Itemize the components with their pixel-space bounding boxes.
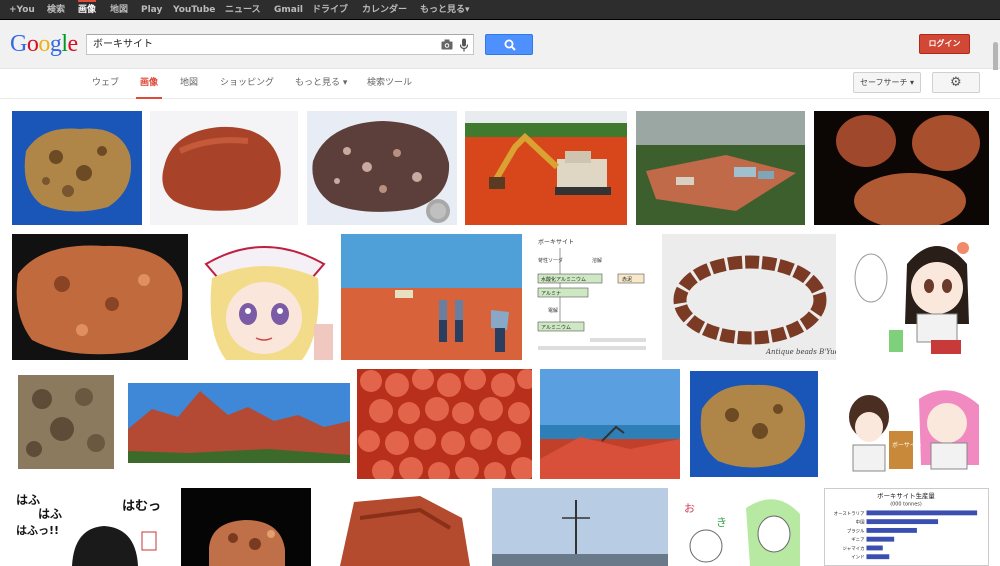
search-query-text[interactable]: ボーキサイト <box>93 35 153 54</box>
topbar-link-gmail[interactable]: Gmail <box>274 0 303 20</box>
image-result-rock-black[interactable] <box>181 488 311 566</box>
search-input[interactable]: ボーキサイト <box>86 34 474 55</box>
image-result-chibi-girl[interactable] <box>845 234 989 360</box>
topbar-link-calendar[interactable]: カレンダー <box>362 0 407 20</box>
chart-subtitle: (000 tonnes) <box>890 502 922 508</box>
image-result-anime-bauxite-characters[interactable]: ボーサイト <box>829 369 989 479</box>
search-header: Google ボーキサイト ログイン <box>0 20 1000 86</box>
image-result-red-pile-port[interactable] <box>540 369 680 479</box>
tab-web[interactable]: ウェブ <box>92 70 119 98</box>
chart-category-label: ブラジル <box>847 527 865 534</box>
topbar-link-play[interactable]: Play <box>141 0 162 20</box>
chart-category-label: ジャマイカ <box>843 546 865 552</box>
diagram-title: ボーキサイト <box>538 238 574 246</box>
chart-bar <box>866 554 890 560</box>
chart-bar <box>866 519 939 525</box>
chart-bar <box>866 527 917 533</box>
image-result-rock-blue-2[interactable] <box>688 369 820 479</box>
search-icon <box>504 39 516 51</box>
diagram-label: 赤泥 <box>622 276 632 283</box>
chart-bar <box>866 510 978 516</box>
chart-bar <box>866 545 883 551</box>
diagram-label: 水酸化アルミニウム <box>541 276 586 283</box>
image-results-grid: ボーキサイト 苛性ソーダ 溶解 水酸化アルミニウム 赤泥 アルミナ 電解 アルミ… <box>0 100 1000 566</box>
google-logo[interactable]: Google <box>10 30 78 58</box>
tab-maps[interactable]: 地図 <box>180 70 198 98</box>
chart-category-label: インド <box>851 556 864 561</box>
topbar-link-images[interactable]: 画像 <box>78 0 97 20</box>
manga-text: はふ <box>38 507 62 521</box>
topbar-link-drive[interactable]: ドライブ <box>312 0 348 20</box>
chart-bar <box>866 536 895 542</box>
beads-caption: Antique beads B'Yue <box>765 348 836 356</box>
topbar-link-plus-you[interactable]: +You <box>9 0 35 20</box>
image-result-anime-character-blonde[interactable] <box>196 234 333 360</box>
image-result-people-red-field[interactable] <box>341 234 522 360</box>
top-navigation-bar: +You 検索 画像 地図 Play YouTube ニュース Gmail ドラ… <box>0 0 1000 20</box>
image-result-anime-sketch[interactable]: おき <box>676 488 815 566</box>
logo-letter: g <box>49 31 62 57</box>
image-result-antique-beads[interactable]: Antique beads B'Yue <box>662 234 836 360</box>
tab-images[interactable]: 画像 <box>135 70 163 99</box>
bauxite-production-chart: ボーキサイト生産量 (000 tonnes) オーストラリア中国ブラジルギニアジ… <box>834 491 978 561</box>
tab-search-tools[interactable]: 検索ツール <box>367 70 412 98</box>
settings-button[interactable]: ⚙ <box>932 72 980 93</box>
topbar-link-news[interactable]: ニュース <box>225 0 261 20</box>
diagram-label: 苛性ソーダ <box>538 257 563 264</box>
chart-category-label: 中国 <box>856 519 865 526</box>
process-flowchart: ボーキサイト 苛性ソーダ 溶解 水酸化アルミニウム 赤泥 アルミナ 電解 アルミ… <box>537 238 646 350</box>
camera-icon[interactable] <box>441 39 453 50</box>
search-type-tabs: ウェブ 画像 地図 ショッピング もっと見る ▾ 検索ツール セーフサーチ ▾ … <box>0 70 1000 99</box>
manga-text: はふっ!! <box>16 524 59 537</box>
image-result-mining-excavator[interactable] <box>465 111 627 225</box>
svg-text:お: お <box>684 502 695 515</box>
image-result-production-chart[interactable]: ボーキサイト生産量 (000 tonnes) オーストラリア中国 ブラジルギニアジ… <box>824 488 989 566</box>
chart-title: ボーキサイト生産量 <box>877 491 935 500</box>
image-result-bauxite-rock-blue[interactable] <box>12 111 142 225</box>
svg-text:き: き <box>716 516 727 529</box>
manga-text: はふ <box>16 493 40 507</box>
image-result-ooid-texture[interactable] <box>12 369 120 479</box>
gear-icon: ⚙ <box>950 75 962 90</box>
logo-letter: G <box>10 31 27 57</box>
search-button[interactable] <box>485 34 533 55</box>
login-button[interactable]: ログイン <box>919 34 970 54</box>
topbar-link-search[interactable]: 検索 <box>47 0 65 20</box>
image-result-process-diagram[interactable]: ボーキサイト 苛性ソーダ 溶解 水酸化アルミニウム 赤泥 アルミナ 電解 アルミ… <box>530 234 654 360</box>
topbar-link-youtube[interactable]: YouTube <box>173 0 215 20</box>
logo-letter: o <box>26 31 39 57</box>
image-result-red-stones-black[interactable] <box>814 111 989 225</box>
diagram-label: 溶解 <box>592 257 602 264</box>
image-result-ship-mast[interactable] <box>492 488 668 566</box>
image-result-aerial-plant[interactable] <box>636 111 805 225</box>
diagram-label: 電解 <box>548 307 558 314</box>
topbar-link-maps[interactable]: 地図 <box>110 0 128 20</box>
image-result-red-mountains[interactable] <box>128 369 350 479</box>
topbar-link-more[interactable]: もっと見る▾ <box>420 0 470 20</box>
chart-category-label: ギニア <box>851 537 865 543</box>
microphone-icon[interactable] <box>459 38 469 52</box>
manga-text: はむっ <box>122 499 161 514</box>
diagram-label: アルミナ <box>541 291 561 297</box>
image-result-orange-rock[interactable] <box>12 234 188 360</box>
tab-more[interactable]: もっと見る ▾ <box>295 70 347 98</box>
image-result-pebbly-rock-with-coin[interactable] <box>307 111 457 225</box>
image-result-red-rock-white[interactable] <box>320 488 482 566</box>
bauxite-sign: ボーサイト <box>892 441 922 449</box>
image-result-manga-hafu[interactable]: はふ はふはふっ!! はむっ <box>12 488 172 566</box>
logo-letter: e <box>67 31 79 57</box>
image-result-red-pellets[interactable] <box>357 369 532 479</box>
diagram-label: アルミニウム <box>541 324 571 331</box>
logo-letter: o <box>38 31 50 57</box>
image-result-red-rock[interactable] <box>150 111 298 225</box>
tab-shopping[interactable]: ショッピング <box>220 70 274 98</box>
chart-category-label: オーストラリア <box>834 511 865 517</box>
safesearch-dropdown[interactable]: セーフサーチ ▾ <box>853 72 921 93</box>
